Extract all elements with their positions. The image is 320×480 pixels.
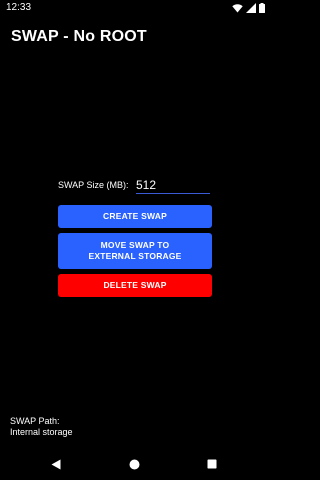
delete-swap-label: DELETE SWAP (103, 280, 167, 290)
signal-icon (246, 3, 256, 13)
swap-size-row: SWAP Size (MB): (58, 176, 218, 196)
swap-path-label: SWAP Path: (10, 416, 60, 426)
battery-icon (259, 3, 265, 13)
home-icon[interactable] (128, 458, 140, 470)
move-swap-button[interactable]: MOVE SWAP TO EXTERNAL STORAGE (58, 233, 212, 269)
swap-size-label: SWAP Size (MB): (58, 180, 129, 190)
move-swap-label-line2: EXTERNAL STORAGE (88, 251, 182, 261)
delete-swap-button[interactable]: DELETE SWAP (58, 274, 212, 297)
swap-size-input[interactable] (136, 176, 210, 194)
swap-path-value: Internal storage (10, 427, 73, 437)
back-icon[interactable] (50, 458, 62, 470)
recents-icon[interactable] (206, 458, 218, 470)
status-icons (232, 2, 265, 14)
status-time: 12:33 (6, 2, 32, 13)
create-swap-button[interactable]: CREATE SWAP (58, 205, 212, 228)
create-swap-label: CREATE SWAP (103, 211, 167, 221)
status-bar: 12:33 (0, 0, 270, 16)
wifi-icon (232, 3, 243, 13)
page-title: SWAP - No ROOT (11, 28, 147, 45)
navigation-bar (0, 448, 270, 480)
move-swap-label-line1: MOVE SWAP TO (100, 240, 170, 250)
